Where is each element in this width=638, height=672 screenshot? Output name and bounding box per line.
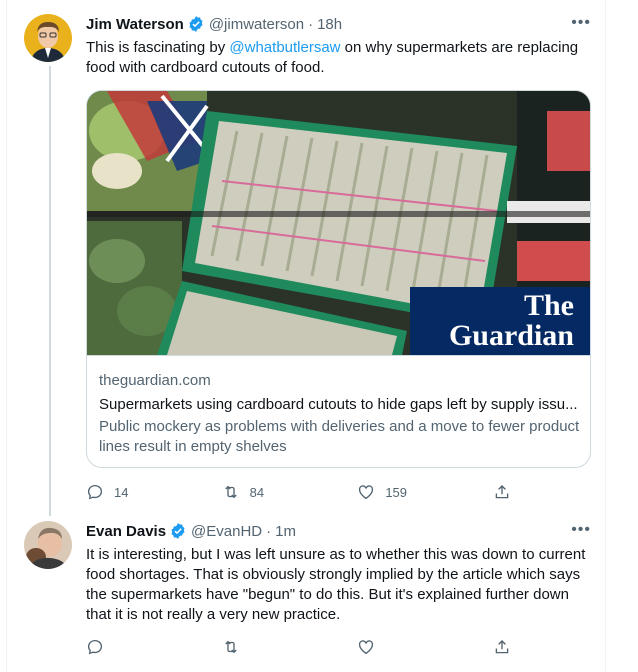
like-button[interactable] [357,638,417,656]
display-name[interactable]: Evan Davis [86,523,166,540]
reply-button[interactable] [86,638,146,656]
share-icon [495,485,509,499]
avatar[interactable] [24,14,72,62]
retweet-icon [224,485,237,499]
card-description: Public mockery as problems with deliveri… [99,418,580,455]
guardian-logo-line2: Guardian [448,319,574,352]
link-card[interactable]: The Guardian theguardian.com Supermarket… [86,90,591,468]
tweet-text: This is fascinating by @whatbutlersaw on… [86,38,591,78]
heart-icon [359,640,374,655]
tweet-header: Evan Davis @EvanHD · 1m [86,521,591,541]
more-horizontal-icon[interactable]: ••• [571,521,591,539]
tweet-header: Jim Waterson @jimwaterson · 18h [86,14,591,34]
user-handle[interactable]: @jimwaterson [209,16,304,33]
retweet-count: 84 [249,484,265,500]
more-horizontal-icon[interactable]: ••• [571,14,591,32]
timestamp[interactable]: 18h [317,16,342,33]
avatar-jim-waterson-image [24,14,72,62]
user-handle[interactable]: @EvanHD [191,523,262,540]
avatar-evan-davis-image [24,521,72,569]
guardian-logo-line1: The [523,289,574,322]
tweet-text-part: This is fascinating by [86,39,230,56]
tweet-actions: 14 84 159 [86,482,511,502]
reply-icon [87,484,103,500]
retweet-button[interactable]: 84 [222,483,282,501]
tweet-actions [86,637,511,657]
verified-badge-icon [171,523,185,539]
card-title: Supermarkets using cardboard cutouts to … [99,396,578,413]
retweet-button[interactable] [222,638,282,656]
tweet-text: It is interesting, but I was left unsure… [86,546,586,623]
share-button[interactable] [493,638,511,656]
card-details[interactable]: theguardian.com Supermarkets using cardb… [87,355,590,457]
reply-count: 14 [114,484,129,500]
card-domain: theguardian.com [99,372,211,389]
share-button[interactable] [493,483,511,501]
mention-link[interactable]: @whatbutlersaw [229,39,340,56]
card-image[interactable]: The Guardian [87,91,590,355]
verified-badge-icon [189,16,203,32]
like-button[interactable]: 159 [357,483,417,501]
like-count: 159 [385,484,408,500]
heart-icon [359,485,374,500]
reply-button[interactable]: 14 [86,483,146,501]
timestamp[interactable]: 1m [275,523,296,540]
display-name[interactable]: Jim Waterson [86,16,184,33]
separator-dot: · [308,15,314,33]
separator-dot: · [266,522,272,540]
guardian-logo: The Guardian [410,287,590,355]
avatar[interactable] [24,521,72,569]
retweet-icon [224,640,237,654]
share-icon [495,640,509,654]
thread-connector-line [49,66,51,516]
reply-icon [87,639,103,655]
